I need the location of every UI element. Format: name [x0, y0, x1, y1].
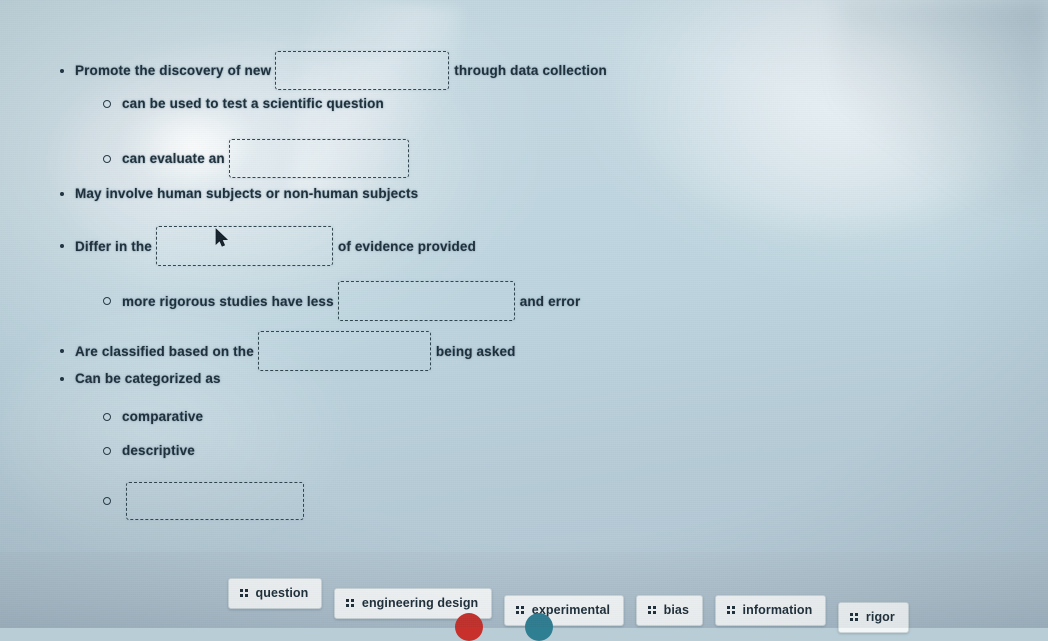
line-text-before: Are classified based on the — [75, 343, 254, 359]
word-tile-rigor[interactable]: rigor — [838, 602, 909, 633]
line-text-after: through data collection — [454, 63, 607, 78]
red-dot[interactable] — [455, 613, 483, 641]
worksheet-line: Promote the discovery of new through dat… — [60, 51, 607, 90]
worksheet-line: more rigorous studies have less and erro… — [103, 281, 580, 321]
drag-handle-grid-icon — [240, 589, 248, 597]
answer-dropzone[interactable] — [155, 226, 333, 266]
worksheet-line: can evaluate an — [103, 139, 409, 178]
line-text-before: more rigorous studies have less — [122, 293, 334, 309]
line-text-before: May involve human subjects or non-human … — [75, 186, 419, 201]
worksheet-line: comparative — [103, 409, 207, 424]
worksheet-line: Differ in the of evidence provided — [60, 226, 476, 266]
line-text-before: comparative — [122, 409, 204, 424]
bullet-dot-icon — [60, 68, 64, 73]
bullet-ring-icon — [103, 297, 111, 305]
bullet-dot-icon — [60, 376, 64, 381]
word-bank-tray: question engineering design experimental… — [0, 552, 1048, 641]
line-text-before: Promote the discovery of new — [75, 63, 272, 78]
word-tile-bias[interactable]: bias — [636, 595, 704, 626]
answer-dropzone[interactable] — [337, 281, 515, 321]
word-tile-label: question — [255, 586, 309, 600]
photographed-screen: Promote the discovery of new through dat… — [0, 0, 1048, 641]
word-tile-information[interactable]: information — [715, 595, 827, 626]
line-text-before: can evaluate an — [122, 151, 225, 166]
worksheet-line: May involve human subjects or non-human … — [60, 186, 422, 201]
bullet-ring-icon — [103, 154, 111, 163]
bullet-ring-icon — [103, 99, 111, 108]
worksheet-content: Promote the discovery of new through dat… — [0, 0, 1048, 552]
word-tile-label: bias — [663, 603, 690, 617]
teal-dot[interactable] — [525, 613, 553, 641]
drag-handle-grid-icon — [648, 606, 656, 614]
bullet-ring-icon — [103, 412, 111, 421]
word-tile-label: engineering design — [361, 596, 479, 610]
line-text-before: descriptive — [122, 443, 195, 458]
line-text-before: Differ in the — [75, 238, 152, 254]
word-tile-label: information — [742, 603, 813, 617]
worksheet-line: Can be categorized as — [60, 371, 225, 386]
drag-handle-grid-icon — [516, 606, 524, 614]
worksheet-line — [103, 482, 304, 520]
worksheet-line: can be used to test a scientific questio… — [103, 96, 388, 111]
drag-handle-grid-icon — [346, 599, 354, 607]
word-tile-experimental[interactable]: experimental — [504, 595, 625, 626]
bullet-ring-icon — [103, 497, 111, 505]
line-text-after: and error — [519, 293, 581, 309]
line-text-before: Can be categorized as — [75, 371, 221, 386]
drag-handle-grid-icon — [850, 613, 858, 621]
bullet-dot-icon — [60, 244, 64, 248]
worksheet-line: descriptive — [103, 443, 199, 458]
bullet-dot-icon — [60, 349, 64, 353]
worksheet-line: Are classified based on the being asked — [60, 331, 516, 371]
line-text-after: being asked — [435, 343, 516, 359]
mouse-pointer-arrow-icon — [215, 228, 229, 247]
bullet-dot-icon — [60, 191, 64, 196]
answer-dropzone[interactable] — [126, 482, 304, 520]
answer-dropzone[interactable] — [257, 331, 431, 371]
answer-dropzone[interactable] — [275, 51, 450, 90]
word-bank-tile-list: question engineering design experimental… — [228, 578, 909, 633]
word-tile-label: rigor — [865, 610, 895, 624]
line-text-before: can be used to test a scientific questio… — [122, 96, 384, 111]
answer-dropzone[interactable] — [228, 139, 409, 178]
word-tile-question[interactable]: question — [228, 578, 323, 609]
drag-handle-grid-icon — [727, 606, 735, 614]
bullet-ring-icon — [103, 446, 111, 455]
line-text-after: of evidence provided — [337, 238, 476, 254]
